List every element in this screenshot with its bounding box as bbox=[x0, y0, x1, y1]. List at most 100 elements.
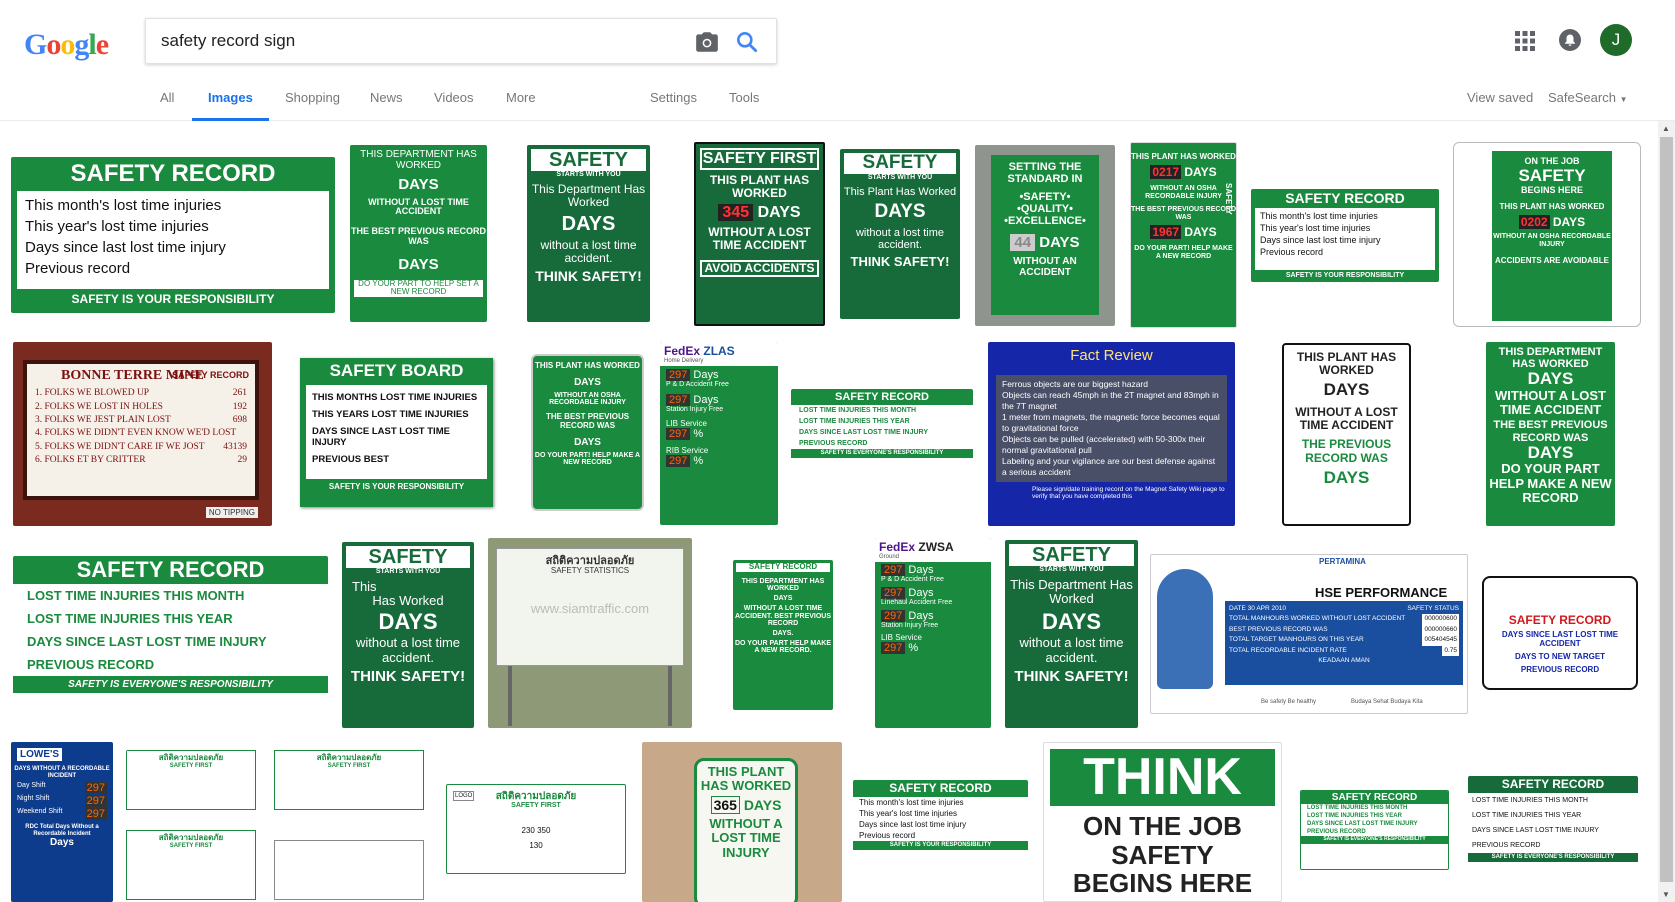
result-text: WITHOUT A LOST TIME INJURY bbox=[709, 815, 783, 860]
tab-settings[interactable]: Settings bbox=[650, 90, 697, 105]
result-text: without a lost time accident. bbox=[540, 238, 637, 266]
scrollbar-thumb[interactable] bbox=[1660, 137, 1673, 882]
page-scrollbar[interactable]: ▲ ▼ bbox=[1658, 121, 1675, 902]
image-result[interactable]: THIS PLANT HAS WORKED DAYS WITHOUT A LOS… bbox=[1282, 343, 1411, 526]
google-logo[interactable]: Google bbox=[24, 28, 109, 62]
result-header: SAFETY STARTS WITH YOU bbox=[844, 152, 956, 182]
result-title: สถิติความปลอดภัย bbox=[158, 833, 224, 842]
search-input[interactable]: safety record sign bbox=[161, 31, 295, 51]
image-result[interactable]: PERTAMINA HSE PERFORMANCE BOARD DATE 30 … bbox=[1150, 554, 1468, 714]
image-result[interactable]: SAFETY RECORD This month's lost time inj… bbox=[11, 157, 335, 313]
image-result[interactable]: SAFETY BOARD THIS MONTHS LOST TIME INJUR… bbox=[294, 354, 499, 512]
image-result[interactable]: LOGO สถิติความปลอดภัย SAFETY FIRST 230 3… bbox=[446, 784, 626, 874]
image-result[interactable]: SAFETY RECORD DAYS SINCE LAST LOST TIME … bbox=[1482, 576, 1638, 690]
result-line: DAYS TO NEW TARGET bbox=[1514, 651, 1606, 661]
image-result[interactable]: SAFETY STARTS WITH YOU This Department H… bbox=[1005, 540, 1138, 728]
image-result[interactable]: FedEx ZLAS Home Delivery 297 Days P & D Ac… bbox=[660, 342, 778, 525]
image-result[interactable]: THIS PLANT HAS WORKED DAYS WITHOUT AN OS… bbox=[531, 354, 644, 511]
table-row: TOTAL TARGET MANHOURS ON THIS YEAR 005404… bbox=[1229, 635, 1459, 646]
result-subtitle: SAFETY FIRST bbox=[169, 762, 213, 769]
image-result[interactable]: ON THE JOB SAFETY BEGINS HERE THIS PLANT… bbox=[1453, 142, 1641, 327]
result-title: SAFETY RECORD bbox=[853, 780, 1028, 798]
list-value: 261 bbox=[232, 388, 247, 399]
image-result[interactable]: SAFETY RECORD This month's lost time inj… bbox=[853, 780, 1028, 874]
list-item: Objects can reach 45mph in the 2T magnet… bbox=[1002, 389, 1219, 411]
counter-display: 297 bbox=[666, 369, 691, 381]
image-result[interactable]: BONNE TERRE MINE SAFETY RECORD 1. FOLKS … bbox=[13, 342, 272, 526]
search-box[interactable]: safety record sign bbox=[145, 18, 777, 64]
image-result[interactable]: Fact Review Ferrous objects are our bigg… bbox=[988, 342, 1235, 526]
tab-more[interactable]: More bbox=[506, 90, 536, 105]
image-result[interactable]: THINK ON THE JOB SAFETY BEGINS HERE bbox=[1043, 742, 1282, 902]
image-result[interactable]: SAFETY FIRST THIS PLANT HAS WORKED 345 D… bbox=[694, 142, 825, 326]
image-result[interactable]: SAFETY STARTS WITH YOU This Department H… bbox=[527, 145, 650, 322]
tab-images[interactable]: Images bbox=[208, 90, 253, 105]
image-result[interactable]: SETTING THE STANDARD IN •SAFETY• •QUALIT… bbox=[975, 145, 1115, 326]
image-result[interactable]: SAFETY STARTS WITH YOU This Has Worked D… bbox=[342, 542, 474, 728]
fact-list: Ferrous objects are our biggest hazard O… bbox=[996, 374, 1227, 482]
search-icon[interactable] bbox=[734, 29, 760, 55]
list-item: 4. FOLKS WE DIDN'T EVEN KNOW WE'D LOST 13… bbox=[35, 427, 247, 451]
image-result[interactable]: THIS DEPARTMENT HAS WORKED DAYS WITHOUT … bbox=[350, 145, 487, 322]
sign-sample: สถิติความปลอดภัย SAFETY FIRST bbox=[274, 750, 424, 810]
result-line: DAYS SINCE LAST LOST TIME INJURY bbox=[312, 425, 450, 448]
view-saved-link[interactable]: View saved bbox=[1467, 90, 1533, 105]
image-result[interactable]: SAFETY STARTS WITH YOU This Plant Has Wo… bbox=[840, 149, 960, 319]
result-text: 1967 DAYS bbox=[1131, 224, 1236, 239]
image-result[interactable]: SAFETY RECORD LOST TIME INJURIES THIS MO… bbox=[1300, 790, 1449, 870]
safesearch-menu[interactable]: SafeSearch ▼ bbox=[1548, 90, 1627, 105]
image-result[interactable]: THIS PLANT HAS WORKED 365 DAYS WITHOUT A… bbox=[642, 742, 842, 902]
counter-display: 297 bbox=[881, 564, 906, 576]
image-result[interactable]: SAFETY RECORD LOST TIME INJURIES THIS MO… bbox=[1468, 776, 1638, 884]
list-item: 3. FOLKS WE JEST PLAIN LOST 698 bbox=[35, 414, 247, 427]
result-title: สถิติความปลอดภัย bbox=[158, 753, 224, 762]
image-result[interactable]: SAFETY RECORD LOST TIME INJURIES THIS MO… bbox=[13, 556, 328, 713]
result-text: 44 DAYS bbox=[991, 234, 1099, 252]
result-line: This year's lost time injuries bbox=[25, 218, 209, 236]
watermark: www.siamtraffic.com bbox=[530, 600, 650, 616]
result-line: DAYS SINCE LAST LOST TIME ACCIDENT bbox=[1501, 630, 1619, 648]
image-result[interactable]: สถิติความปลอดภัย SAFETY STATISTICS www.s… bbox=[488, 538, 692, 728]
result-panel: This month's lost time injuries This yea… bbox=[17, 191, 329, 290]
result-tag: NO TIPPING bbox=[205, 507, 258, 518]
result-days: Days bbox=[693, 394, 719, 406]
list-value: 43 bbox=[223, 441, 233, 452]
image-result[interactable]: LOWE'S DAYS WITHOUT A RECORDABLE INCIDEN… bbox=[11, 742, 113, 902]
result-line: This month's lost time injuries bbox=[859, 798, 964, 808]
image-result[interactable]: SAFETY RECORD This month's lost time inj… bbox=[1251, 189, 1439, 282]
scroll-up-icon[interactable]: ▲ bbox=[1662, 124, 1670, 133]
result-line: PREVIOUS RECORD bbox=[799, 440, 868, 448]
sign-sample: สถิติความปลอดภัย SAFETY FIRST bbox=[126, 830, 256, 900]
result-line: LOST TIME INJURIES THIS MONTH bbox=[27, 588, 245, 604]
scroll-down-icon[interactable]: ▼ bbox=[1662, 890, 1670, 899]
account-avatar[interactable]: J bbox=[1600, 24, 1632, 56]
result-text: DAYS bbox=[574, 436, 601, 448]
result-line: DAYS SINCE LAST LOST TIME INJURY bbox=[799, 429, 928, 437]
tab-tools[interactable]: Tools bbox=[729, 90, 759, 105]
result-text: DO YOUR PART TO HELP SET A NEW RECORD bbox=[354, 279, 483, 298]
result-text: DAYS bbox=[561, 213, 616, 236]
result-text: without a lost time accident. bbox=[355, 635, 461, 665]
result-text: WITHOUT AN OSHA RECORDABLE INJURY bbox=[549, 391, 626, 407]
result-days: DAYS bbox=[743, 796, 782, 813]
result-text: WITHOUT AN OSHA RECORDABLE INJURY bbox=[1145, 184, 1222, 200]
apps-grid-icon[interactable] bbox=[1514, 30, 1536, 52]
tab-all[interactable]: All bbox=[160, 90, 174, 105]
image-result[interactable]: SAFETY RECORD THIS DEPARTMENT HAS WORKED… bbox=[733, 560, 833, 710]
result-text: •SAFETY• •QUALITY• •EXCELLENCE• bbox=[1004, 191, 1086, 228]
image-result[interactable]: สถิติความปลอดภัย SAFETY FIRST สถิติความปล… bbox=[126, 750, 431, 902]
result-text: AVOID ACCIDENTS bbox=[700, 259, 819, 278]
result-text: Linehaul Accident Free bbox=[881, 599, 953, 606]
notifications-icon[interactable] bbox=[1558, 28, 1582, 52]
tab-shopping[interactable]: Shopping bbox=[285, 90, 340, 105]
tab-videos[interactable]: Videos bbox=[434, 90, 474, 105]
image-result[interactable]: THIS PLANT HAS WORKED 0217 DAYS WITHOUT … bbox=[1130, 142, 1237, 328]
result-footer: SAFETY IS YOUR RESPONSIBILITY bbox=[1285, 272, 1405, 280]
camera-icon[interactable] bbox=[694, 29, 720, 55]
image-result[interactable]: FedEx ZWSA Ground 297 Days P & D Accident … bbox=[875, 538, 991, 728]
image-result[interactable]: THIS DEPARTMENT HAS WORKED DAYS WITHOUT … bbox=[1486, 342, 1615, 526]
tab-news[interactable]: News bbox=[370, 90, 403, 105]
counter-display: 0217 bbox=[1150, 164, 1182, 179]
result-line: PREVIOUS RECORD bbox=[1307, 829, 1366, 835]
image-result[interactable]: SAFETY RECORD LOST TIME INJURIES THIS MO… bbox=[791, 389, 973, 481]
